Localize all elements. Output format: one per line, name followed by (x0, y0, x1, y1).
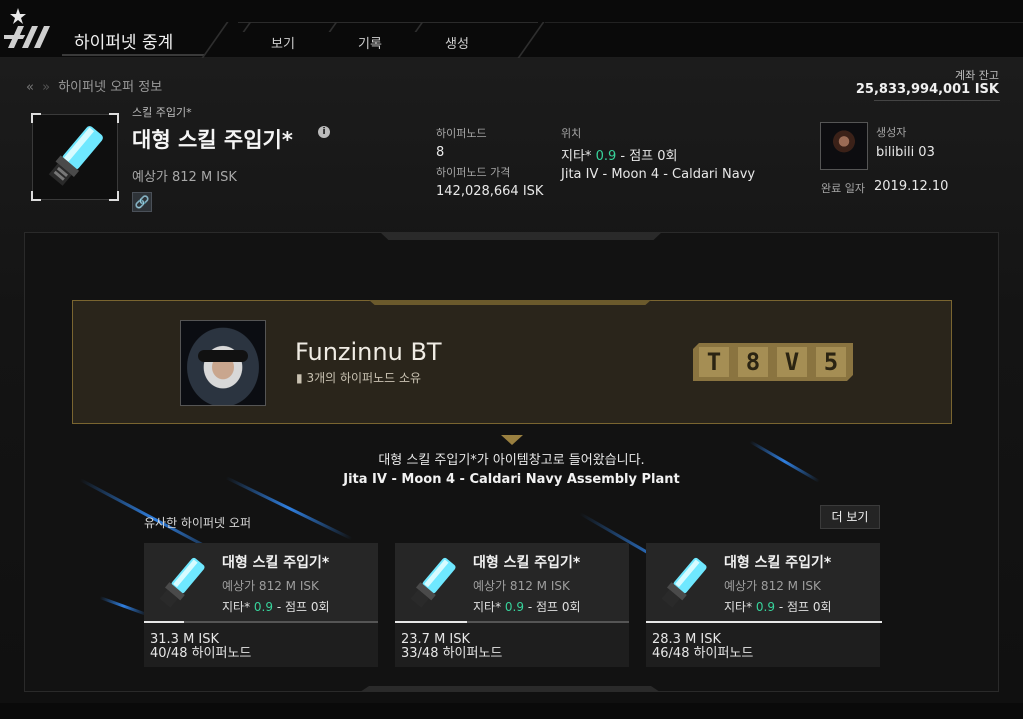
skill-injector-icon (661, 557, 707, 608)
title-underline (62, 54, 204, 56)
card-system: 지타* (222, 600, 251, 614)
nav-view[interactable]: 보기 (271, 33, 295, 52)
skill-injector-icon (48, 126, 103, 186)
location-station[interactable]: Jita IV - Moon 4 - Caldari Navy (561, 167, 755, 182)
nav-separator (517, 22, 545, 58)
hypernode-icon: ▮ (296, 371, 303, 385)
winning-ticket: T 8 V 5 (693, 343, 853, 381)
back-arrow-icon[interactable]: « (26, 80, 34, 95)
item-icon-frame[interactable] (31, 113, 119, 201)
item-estimate: 예상가 812 M ISK (132, 170, 237, 185)
hypernode-label: 하이퍼노드 (436, 127, 487, 140)
frame-corner (31, 191, 41, 201)
completed-label: 완료 일자 (821, 182, 865, 195)
skill-injector-icon (410, 557, 456, 608)
nav-separator (242, 22, 252, 32)
frame-corner (31, 113, 41, 123)
similar-title: 유사한 하이퍼넷 오퍼 (144, 516, 251, 530)
card-progress-bar (646, 621, 882, 623)
card-name: 대형 스킬 주입기* (473, 555, 581, 571)
more-button[interactable]: 더 보기 (820, 505, 880, 529)
nav-divider (238, 22, 538, 23)
card-location: 지타* 0.9 - 점프 0회 (724, 598, 832, 615)
top-bar: 하이퍼넷 중계 보기 기록 생성 (0, 0, 1023, 58)
hypernet-logo-icon[interactable] (4, 6, 56, 50)
location-line[interactable]: 지타* 0.9 - 점프 0회 (561, 145, 678, 164)
location-system[interactable]: 지타* (561, 149, 591, 164)
card-name: 대형 스킬 주입기* (222, 555, 330, 571)
card-security: 0.9 (504, 600, 525, 614)
similar-offer-card[interactable]: 대형 스킬 주입기* 예상가 812 M ISK 지타* 0.9 - 점프 0회… (646, 543, 882, 667)
similar-offer-card[interactable]: 대형 스킬 주입기* 예상가 812 M ISK 지타* 0.9 - 점프 0회… (395, 543, 629, 667)
card-security: 0.9 (253, 600, 274, 614)
nav-separator (328, 22, 338, 32)
balance-underline (874, 100, 1000, 101)
breadcrumb: « » 하이퍼넷 오퍼 정보 (26, 76, 162, 95)
card-progress-bar (144, 621, 378, 623)
card-estimate: 예상가 812 M ISK (222, 579, 319, 593)
card-security: 0.9 (755, 600, 776, 614)
card-system: 지타* (724, 600, 753, 614)
chevron-right-icon: » (42, 80, 50, 95)
nav-history[interactable]: 기록 (358, 33, 382, 52)
top-divider (545, 22, 1023, 23)
card-jumps: - 점프 0회 (778, 600, 832, 614)
hypernode-value: 8 (436, 145, 445, 160)
card-location: 지타* 0.9 - 점프 0회 (473, 598, 581, 615)
breadcrumb-current: 하이퍼넷 오퍼 정보 (58, 80, 163, 95)
card-nodes: 40/48 하이퍼노드 (150, 646, 252, 661)
result-message: 대형 스킬 주입기*가 아이템창고로 들어왔습니다. (378, 453, 645, 468)
creator-avatar[interactable] (820, 122, 868, 170)
frame-corner (109, 113, 119, 123)
result-station[interactable]: Jita IV - Moon 4 - Caldari Navy Assembly… (0, 472, 1023, 487)
location-jumps: - 점프 0회 (620, 149, 678, 164)
ticket-char: 5 (816, 347, 846, 377)
link-icon[interactable]: 🔗 (132, 192, 152, 212)
card-jumps: - 점프 0회 (276, 600, 330, 614)
similar-offer-card[interactable]: 대형 스킬 주입기* 예상가 812 M ISK 지타* 0.9 - 점프 0회… (144, 543, 378, 667)
nav-separator (414, 22, 424, 32)
ticket-char: 8 (738, 347, 768, 377)
frame-corner (109, 191, 119, 201)
card-name: 대형 스킬 주입기* (724, 555, 832, 571)
card-progress-bar (395, 621, 629, 623)
location-label: 위치 (561, 127, 582, 140)
winner-owned: 3개의 하이퍼노드 소유 (306, 371, 422, 385)
panel-bottom-tab (360, 686, 660, 692)
completed-date: 2019.12.10 (874, 179, 949, 194)
ticket-char: T (699, 347, 729, 377)
balance-label: 계좌 잔고 (955, 69, 999, 82)
card-jumps: - 점프 0회 (527, 600, 581, 614)
creator-label: 생성자 (876, 126, 907, 139)
nav-separator (201, 22, 229, 58)
security-status: 0.9 (595, 149, 617, 164)
bottom-strip (0, 703, 1023, 719)
card-nodes: 33/48 하이퍼노드 (401, 646, 503, 661)
hypernode-price-label: 하이퍼노드 가격 (436, 166, 511, 179)
card-estimate: 예상가 812 M ISK (473, 579, 570, 593)
avatar-goggles (198, 350, 248, 362)
app-title: 하이퍼넷 중계 (74, 33, 174, 53)
winner-name[interactable]: Funzinnu BT (295, 338, 442, 366)
winner-avatar[interactable] (180, 320, 266, 406)
card-progress-fill (395, 621, 467, 623)
ticket-char: V (777, 347, 807, 377)
item-category: 스킬 주입기* (132, 106, 192, 119)
card-system: 지타* (473, 600, 502, 614)
skill-injector-icon (159, 557, 205, 608)
nav-create[interactable]: 생성 (445, 33, 469, 52)
info-icon[interactable]: i (318, 126, 330, 138)
balance-value: 25,833,994,001 ISK (855, 82, 999, 97)
hypernode-price: 142,028,664 ISK (436, 184, 544, 199)
card-progress-fill (646, 621, 882, 623)
item-name: 대형 스킬 주입기* (132, 128, 293, 152)
card-nodes: 46/48 하이퍼노드 (652, 646, 754, 661)
panel-top-tab (380, 232, 662, 240)
card-estimate: 예상가 812 M ISK (724, 579, 821, 593)
creator-name[interactable]: bilibili 03 (876, 145, 935, 160)
card-location: 지타* 0.9 - 점프 0회 (222, 598, 330, 615)
card-progress-fill (144, 621, 184, 623)
winner-hypernodes: ▮ 3개의 하이퍼노드 소유 (296, 369, 421, 386)
